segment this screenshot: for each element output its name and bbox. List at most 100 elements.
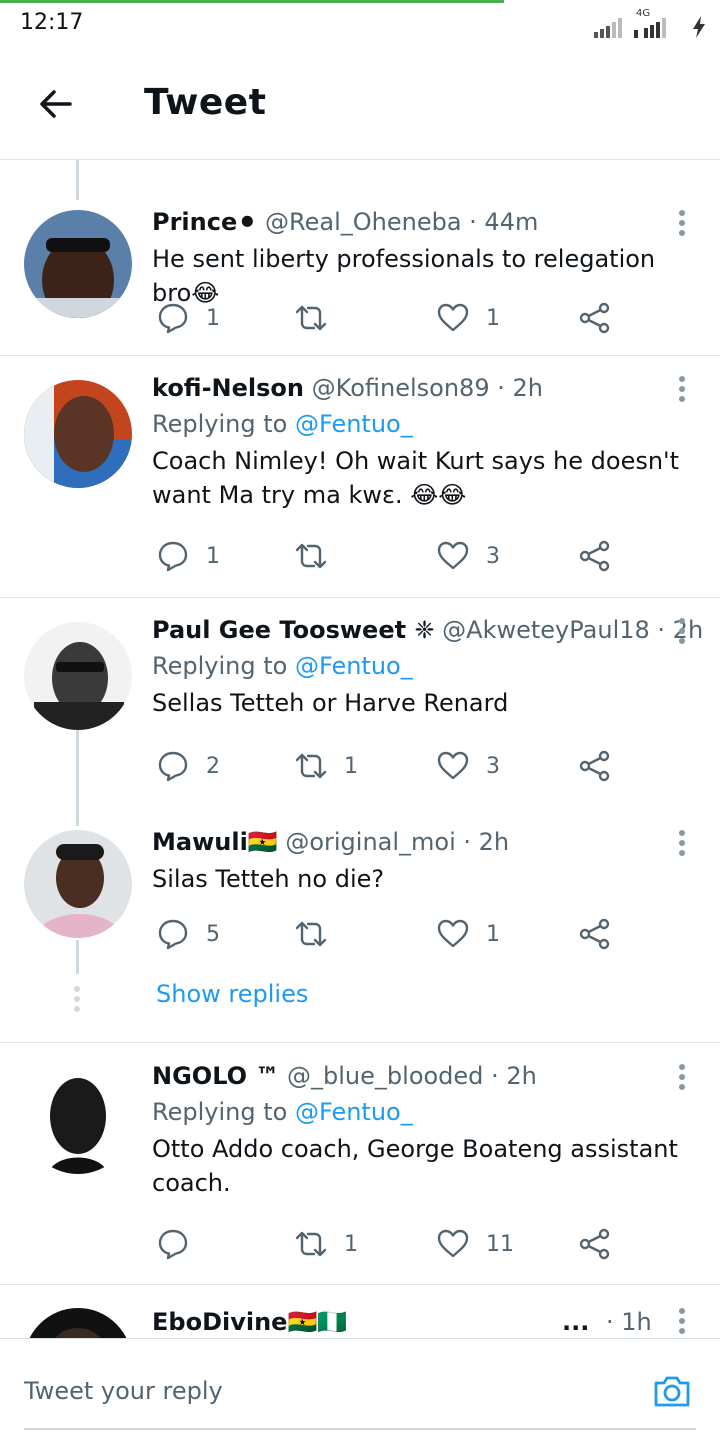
reply-input[interactable]: Tweet your reply	[24, 1377, 223, 1405]
like-button[interactable]: 11	[436, 1224, 514, 1264]
more-options-icon[interactable]	[678, 1064, 686, 1092]
retweet-button[interactable]: 1	[294, 746, 358, 786]
tweet-text: Otto Addo coach, George Boateng assistan…	[152, 1135, 678, 1197]
camera-button[interactable]	[652, 1371, 692, 1411]
battery-charging-icon	[693, 16, 705, 38]
retweet-count: 1	[344, 753, 358, 779]
reply-tweet[interactable]: Paul Gee Toosweet ❈ @AkweteyPaul18 · 2h …	[0, 614, 720, 790]
retweet-button[interactable]	[294, 536, 344, 576]
tweet-meta: EboDivine🇬🇭🇳🇬	[152, 1306, 610, 1338]
tweet-actions: 2 1 3	[152, 746, 612, 786]
replying-to: Replying to @Fentuo_	[152, 1096, 690, 1128]
like-button[interactable]: 3	[436, 746, 500, 786]
name-emoji: ❈	[406, 616, 435, 644]
reply-icon	[158, 303, 188, 334]
replying-to-label: Replying to	[152, 652, 288, 680]
avatar[interactable]	[24, 380, 132, 488]
reply-button[interactable]	[156, 1224, 206, 1264]
more-options-icon[interactable]	[678, 376, 686, 404]
more-options-icon[interactable]	[678, 618, 686, 646]
reply-tweet[interactable]: kofi-Nelson @Kofinelson89 · 2h Replying …	[0, 372, 720, 597]
user-handle[interactable]: @Real_Oheneba	[265, 208, 462, 236]
like-count: 3	[486, 543, 500, 569]
share-button[interactable]	[578, 298, 612, 338]
reply-icon	[158, 541, 188, 572]
reply-button[interactable]: 1	[156, 298, 220, 338]
arrow-left-icon	[40, 90, 72, 118]
retweet-count: 1	[344, 1231, 358, 1257]
name-emoji: 🇬🇭🇳🇬	[287, 1308, 348, 1336]
like-count: 1	[486, 921, 500, 947]
share-button[interactable]	[578, 1224, 612, 1264]
reply-tweet[interactable]: Prince⚫ @Real_Oheneba · 44m He sent libe…	[0, 206, 720, 356]
retweet-icon	[295, 753, 327, 779]
avatar[interactable]	[24, 830, 132, 938]
reply-button[interactable]: 1	[156, 536, 220, 576]
tweet-actions: 1 11	[152, 1224, 612, 1264]
avatar[interactable]	[24, 1308, 132, 1338]
reply-button[interactable]: 2	[156, 746, 220, 786]
name-emoji: 🇬🇭	[247, 828, 278, 856]
avatar[interactable]	[24, 1066, 132, 1174]
avatar-image	[24, 1308, 132, 1338]
heart-icon	[437, 919, 469, 948]
display-name[interactable]: EboDivine	[152, 1308, 287, 1336]
tweet-replies-feed[interactable]: Prince⚫ @Real_Oheneba · 44m He sent libe…	[0, 160, 720, 1338]
like-button[interactable]: 3	[436, 536, 500, 576]
thread-ellipsis	[74, 986, 80, 1016]
display-name[interactable]: NGOLO ™	[152, 1062, 279, 1090]
reply-tweet[interactable]: NGOLO ™ @_blue_blooded · 2h Replying to …	[0, 1060, 720, 1280]
back-button[interactable]	[36, 84, 76, 124]
tweet-actions: 1 3	[152, 536, 612, 576]
replying-to-handle[interactable]: @Fentuo_	[295, 652, 413, 680]
replying-to-handle[interactable]: @Fentuo_	[295, 1098, 413, 1126]
like-count: 3	[486, 753, 500, 779]
reply-button[interactable]: 5	[156, 914, 220, 954]
replying-to-handle[interactable]: @Fentuo_	[295, 410, 413, 438]
display-name[interactable]: Prince	[152, 208, 237, 236]
retweet-button[interactable]: 1	[294, 1224, 358, 1264]
divider	[0, 1284, 720, 1285]
share-button[interactable]	[578, 746, 612, 786]
reply-icon	[158, 919, 188, 950]
user-handle[interactable]: @AkweteyPaul18	[442, 616, 650, 644]
display-name[interactable]: kofi-Nelson	[152, 374, 304, 402]
share-button[interactable]	[578, 536, 612, 576]
avatar[interactable]	[24, 622, 132, 730]
replying-to-label: Replying to	[152, 1098, 288, 1126]
reply-icon	[158, 1229, 188, 1260]
retweet-icon	[295, 543, 327, 569]
cell-signal-icon: 4G	[634, 8, 680, 38]
display-name[interactable]: Mawuli	[152, 828, 248, 856]
timestamp: · 2h	[497, 374, 543, 402]
name-emoji: ⚫	[237, 208, 258, 236]
avatar[interactable]	[24, 210, 132, 318]
heart-icon	[437, 1229, 469, 1258]
user-handle[interactable]: @original_moi	[285, 828, 455, 856]
heart-icon	[437, 541, 469, 570]
more-options-icon[interactable]	[678, 210, 686, 238]
display-name[interactable]: Paul Gee Toosweet	[152, 616, 406, 644]
avatar-image	[24, 622, 132, 730]
share-icon	[579, 918, 610, 950]
share-button[interactable]	[578, 914, 612, 954]
like-button[interactable]: 1	[436, 298, 500, 338]
more-options-icon[interactable]	[678, 1308, 686, 1336]
user-handle[interactable]: ...	[562, 1306, 589, 1338]
tweet-text: Coach Nimley! Oh wait Kurt says he doesn…	[152, 447, 680, 509]
show-replies-link[interactable]: Show replies	[156, 980, 308, 1008]
retweet-button[interactable]	[294, 298, 344, 338]
more-options-icon[interactable]	[678, 830, 686, 858]
retweet-icon	[295, 1231, 327, 1257]
user-handle[interactable]: @Kofinelson89	[312, 374, 490, 402]
page-title: Tweet	[144, 82, 267, 123]
heart-icon	[437, 303, 469, 332]
reply-tweet[interactable]: EboDivine🇬🇭🇳🇬 ... · 1h	[0, 1306, 720, 1338]
avatar-image	[24, 210, 132, 318]
retweet-button[interactable]	[294, 914, 344, 954]
like-button[interactable]: 1	[436, 914, 500, 954]
status-bar: 12:17 4G	[0, 0, 720, 50]
reply-tweet[interactable]: Mawuli🇬🇭 @original_moi · 2h Silas Tetteh…	[0, 826, 720, 976]
like-count: 11	[486, 1231, 514, 1257]
user-handle[interactable]: @_blue_blooded	[287, 1062, 483, 1090]
